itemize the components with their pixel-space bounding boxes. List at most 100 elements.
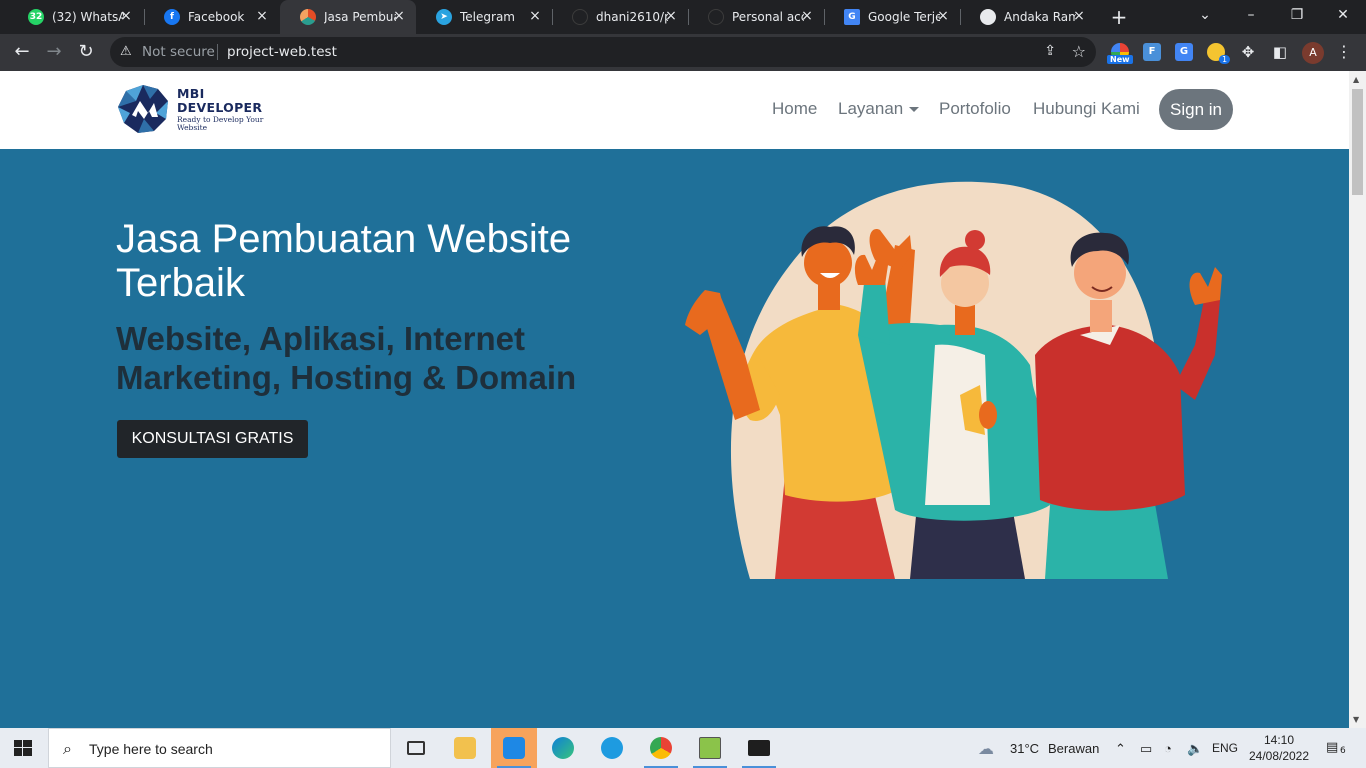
bookmark-star-icon[interactable]: ☆ (1072, 42, 1086, 61)
tab-jasa-pembuatan[interactable]: Jasa Pembuat × (280, 0, 416, 34)
nav-portofolio[interactable]: Portofolio (939, 99, 1011, 119)
vscode-icon (503, 737, 525, 759)
tab-label: (32) WhatsApp (52, 10, 124, 24)
globe-icon (980, 9, 996, 25)
close-icon[interactable]: × (936, 9, 950, 23)
logo-title[interactable]: MBI DEVELOPER (177, 87, 262, 115)
nav-hubungi-kami[interactable]: Hubungi Kami (1033, 99, 1140, 119)
taskbar-laragon[interactable] (687, 728, 733, 768)
logo-title-line2: DEVELOPER (177, 100, 263, 115)
address-bar[interactable]: ⚠ Not secure project-web.test ⇪ ☆ (110, 37, 1096, 67)
task-view-button[interactable] (393, 728, 439, 768)
logo-title-line1: MBI (177, 86, 205, 101)
taskbar-clock[interactable]: 14:10 24/08/2022 (1244, 732, 1314, 764)
scroll-up-arrow-icon[interactable]: ▲ (1353, 75, 1359, 84)
scroll-down-arrow-icon[interactable]: ▼ (1353, 715, 1359, 724)
site-navbar: MBI DEVELOPER Ready to Develop Your Webs… (0, 71, 1349, 149)
page-scrollbar[interactable]: ▲ ▼ (1349, 71, 1366, 728)
site-icon (300, 9, 316, 25)
cloud-weather-icon[interactable]: ☁ (978, 739, 994, 758)
tab-search-icon[interactable]: ⌄ (1182, 0, 1228, 34)
profile-avatar[interactable]: A (1302, 42, 1324, 64)
close-icon[interactable]: × (255, 9, 269, 23)
browser-tab-strip: 32 (32) WhatsApp × f Facebook × Jasa Pem… (0, 0, 1366, 34)
konsultasi-gratis-button[interactable]: KONSULTASI GRATIS (117, 420, 308, 458)
restore-button[interactable]: ❐ (1274, 0, 1320, 34)
notification-count: 6 (1338, 746, 1348, 756)
close-icon[interactable]: × (800, 9, 814, 23)
tab-google-translate[interactable]: G Google Terjem × (824, 0, 960, 34)
app-icon (601, 737, 623, 759)
battery-icon[interactable]: ▭ (1140, 741, 1152, 757)
security-label[interactable]: Not secure (142, 44, 215, 60)
telegram-icon: ➤ (436, 9, 452, 25)
taskbar-search-box[interactable]: ⌕ Type here to search (48, 728, 391, 768)
weather-condition[interactable]: Berawan (1048, 741, 1099, 756)
taskbar-edge[interactable] (540, 728, 586, 768)
folder-icon (454, 737, 476, 759)
weather-temperature[interactable]: 31°C (1010, 741, 1039, 756)
extension-count-badge: 1 (1219, 55, 1231, 64)
new-tab-button[interactable]: + (1108, 6, 1130, 28)
taskbar-app-blue[interactable] (589, 728, 635, 768)
tab-telegram[interactable]: ➤ Telegram × (416, 0, 552, 34)
close-icon[interactable]: × (392, 9, 406, 23)
taskbar-chrome[interactable] (638, 728, 684, 768)
close-icon[interactable]: × (528, 9, 542, 23)
nav-layanan-label: Layanan (838, 99, 904, 118)
taskbar-file-explorer[interactable] (442, 728, 488, 768)
tab-label: Facebook (188, 10, 245, 24)
tab-github-tokens[interactable]: Personal acce × (688, 0, 824, 34)
logo-tagline: Ready to Develop Your Website (177, 115, 264, 132)
close-icon[interactable]: × (1072, 9, 1086, 23)
browser-toolbar: ← → ↻ ⚠ Not secure project-web.test ⇪ ☆ … (0, 34, 1366, 71)
warning-icon[interactable]: ⚠ (120, 44, 132, 59)
mbi-logo-icon[interactable] (116, 83, 170, 135)
whatsapp-icon: 32 (28, 9, 44, 25)
extension-fj-icon[interactable]: F (1143, 43, 1161, 61)
language-indicator[interactable]: ENG (1212, 741, 1238, 755)
github-icon (572, 9, 588, 25)
notifications-button[interactable]: ▤ 6 (1326, 740, 1348, 756)
notification-icon: ▤ (1326, 740, 1339, 755)
chevron-up-icon[interactable]: ⌃ (1115, 741, 1126, 757)
forward-button[interactable]: → (41, 39, 67, 65)
hero-subtitle: Website, Aplikasi, Internet Marketing, H… (116, 320, 577, 396)
windows-start-icon[interactable] (14, 740, 32, 756)
tab-whatsapp[interactable]: 32 (32) WhatsApp × (8, 0, 143, 34)
tab-label: Personal acce (732, 10, 804, 24)
reload-button[interactable]: ↻ (73, 39, 99, 65)
minimize-button[interactable]: – (1228, 0, 1274, 34)
taskbar-terminal[interactable] (736, 728, 782, 768)
tab-github-repo[interactable]: dhani2610/pr × (552, 0, 688, 34)
clock-date: 24/08/2022 (1248, 749, 1310, 763)
back-button[interactable]: ← (9, 39, 35, 65)
volume-mute-icon[interactable]: 🔈 (1187, 741, 1203, 757)
share-icon[interactable]: ⇪ (1044, 43, 1056, 59)
chrome-icon (650, 737, 672, 759)
side-panel-icon[interactable]: ◧ (1271, 43, 1289, 61)
tab-label: Jasa Pembuat (324, 10, 396, 24)
tab-label: Andaka Ramd (1004, 10, 1076, 24)
github-icon (708, 9, 724, 25)
nav-home[interactable]: Home (772, 99, 817, 119)
edge-icon (552, 737, 574, 759)
close-icon[interactable]: × (119, 9, 133, 23)
extension-translate-icon[interactable]: G (1175, 43, 1193, 61)
url-text[interactable]: project-web.test (227, 44, 337, 60)
wifi-icon[interactable]: ◔ (1164, 741, 1172, 756)
sign-in-button[interactable]: Sign in (1159, 89, 1233, 130)
nav-layanan-dropdown[interactable]: Layanan (838, 99, 920, 119)
tab-label: Google Terjem (868, 10, 940, 24)
scrollbar-thumb[interactable] (1352, 89, 1363, 195)
taskbar-vscode[interactable] (491, 728, 537, 768)
caret-down-icon (909, 107, 920, 113)
browser-menu-icon[interactable]: ⋮ (1336, 42, 1352, 61)
tab-facebook[interactable]: f Facebook × (144, 0, 279, 34)
search-icon: ⌕ (63, 739, 72, 758)
tab-andaka[interactable]: Andaka Ramd × (960, 0, 1096, 34)
hero-illustration-image (685, 181, 1222, 579)
close-icon[interactable]: × (664, 9, 678, 23)
close-window-button[interactable]: ✕ (1320, 0, 1366, 34)
extensions-puzzle-icon[interactable]: ✥ (1239, 43, 1257, 61)
